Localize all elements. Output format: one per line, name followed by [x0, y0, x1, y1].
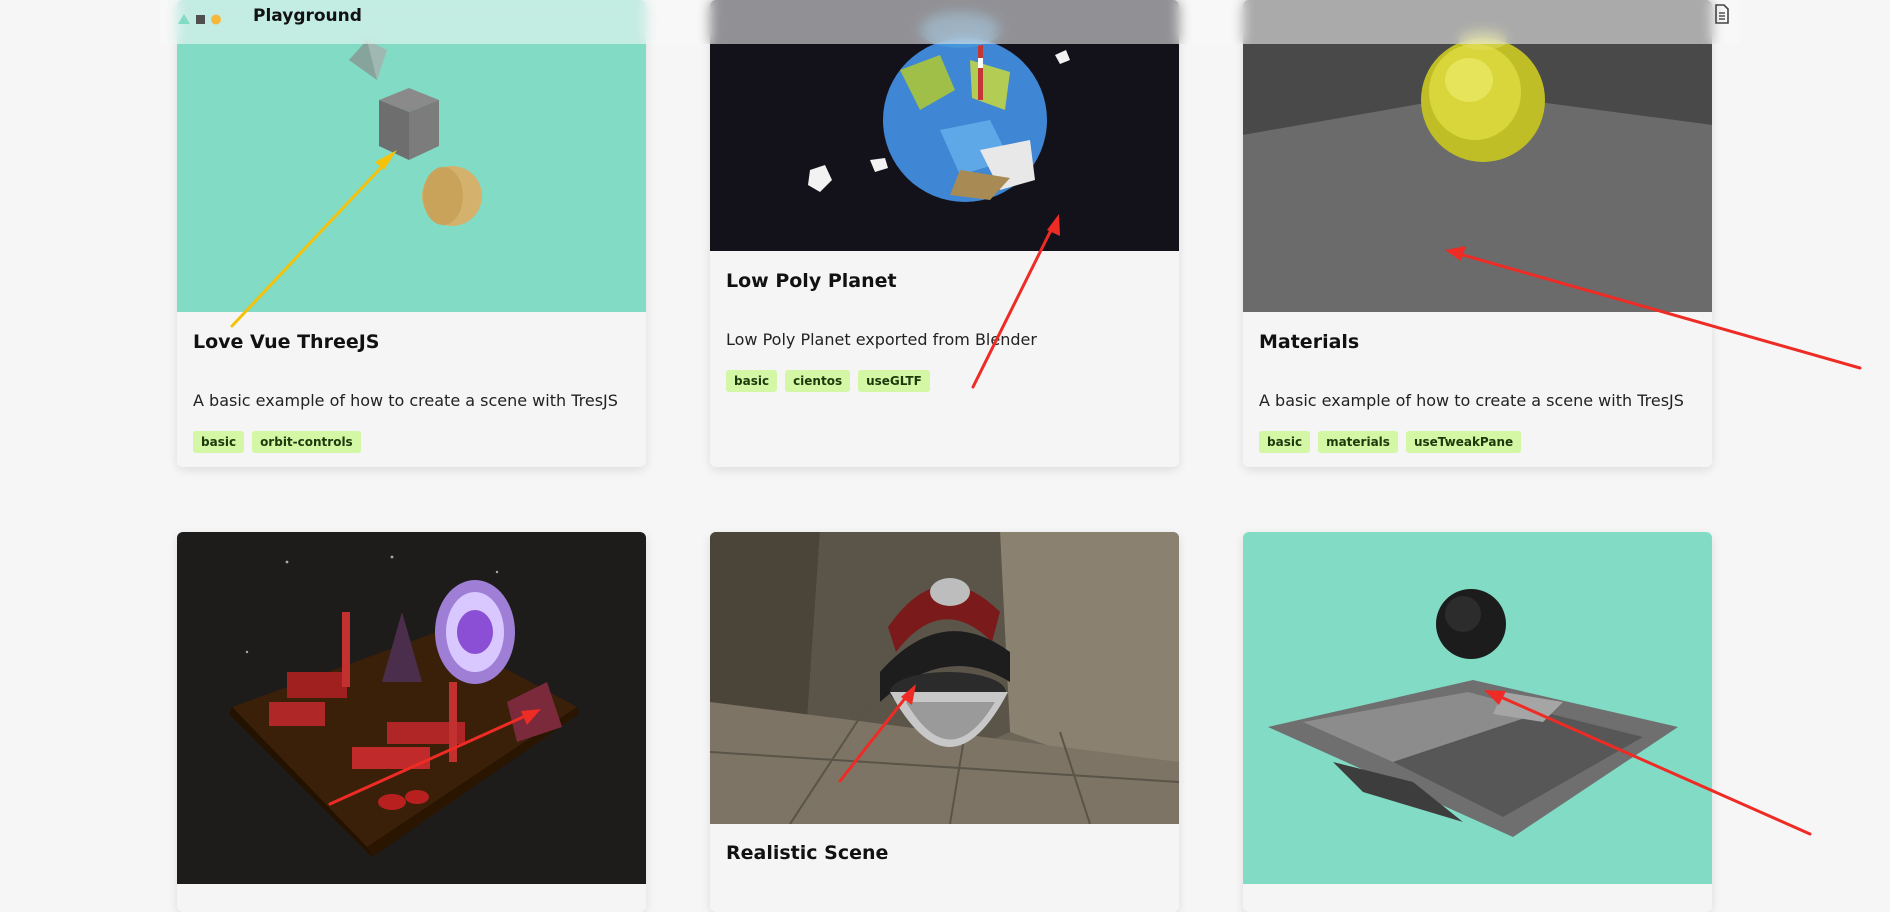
card-description: Low Poly Planet exported from Blender [726, 330, 1037, 349]
page-title: Playground [253, 6, 362, 26]
card-preview-image [710, 532, 1179, 824]
tag: basic [726, 370, 778, 392]
document-icon[interactable] [1714, 4, 1730, 28]
tag: basic [193, 431, 245, 453]
example-card-low-poly-planet[interactable]: Low Poly Planet Low Poly Planet exported… [710, 0, 1179, 467]
card-description: A basic example of how to create a scene… [1259, 391, 1684, 410]
tag: materials [1318, 431, 1398, 453]
tag: useTweakPane [1405, 431, 1522, 453]
tag-list: basic orbit-controls [193, 431, 361, 453]
tag-list: basic cientos useGLTF [726, 370, 930, 392]
example-card-realistic-scene[interactable]: Realistic Scene [710, 532, 1179, 912]
tag: orbit-controls [252, 431, 361, 453]
card-preview-image [1243, 0, 1712, 312]
example-card-portal[interactable] [177, 532, 646, 912]
tag: basic [1259, 431, 1311, 453]
example-card-materials[interactable]: Materials A basic example of how to crea… [1243, 0, 1712, 467]
card-title: Materials [1259, 331, 1360, 353]
card-title: Low Poly Planet [726, 270, 897, 292]
card-preview-image [177, 0, 646, 312]
card-description: A basic example of how to create a scene… [193, 391, 618, 410]
tag: cientos [785, 370, 851, 392]
tag-list: basic materials useTweakPane [1259, 431, 1522, 453]
card-title: Realistic Scene [726, 842, 889, 864]
top-navbar: Playground [160, 0, 1740, 44]
tag: useGLTF [858, 370, 930, 392]
card-preview-image [177, 532, 646, 884]
tresjs-logo-icon[interactable] [178, 10, 226, 29]
card-preview-image [1243, 532, 1712, 884]
example-card-terrain[interactable] [1243, 532, 1712, 912]
card-title: Love Vue ThreeJS [193, 331, 380, 353]
example-card-love-vue-threejs[interactable]: Love Vue ThreeJS A basic example of how … [177, 0, 646, 467]
